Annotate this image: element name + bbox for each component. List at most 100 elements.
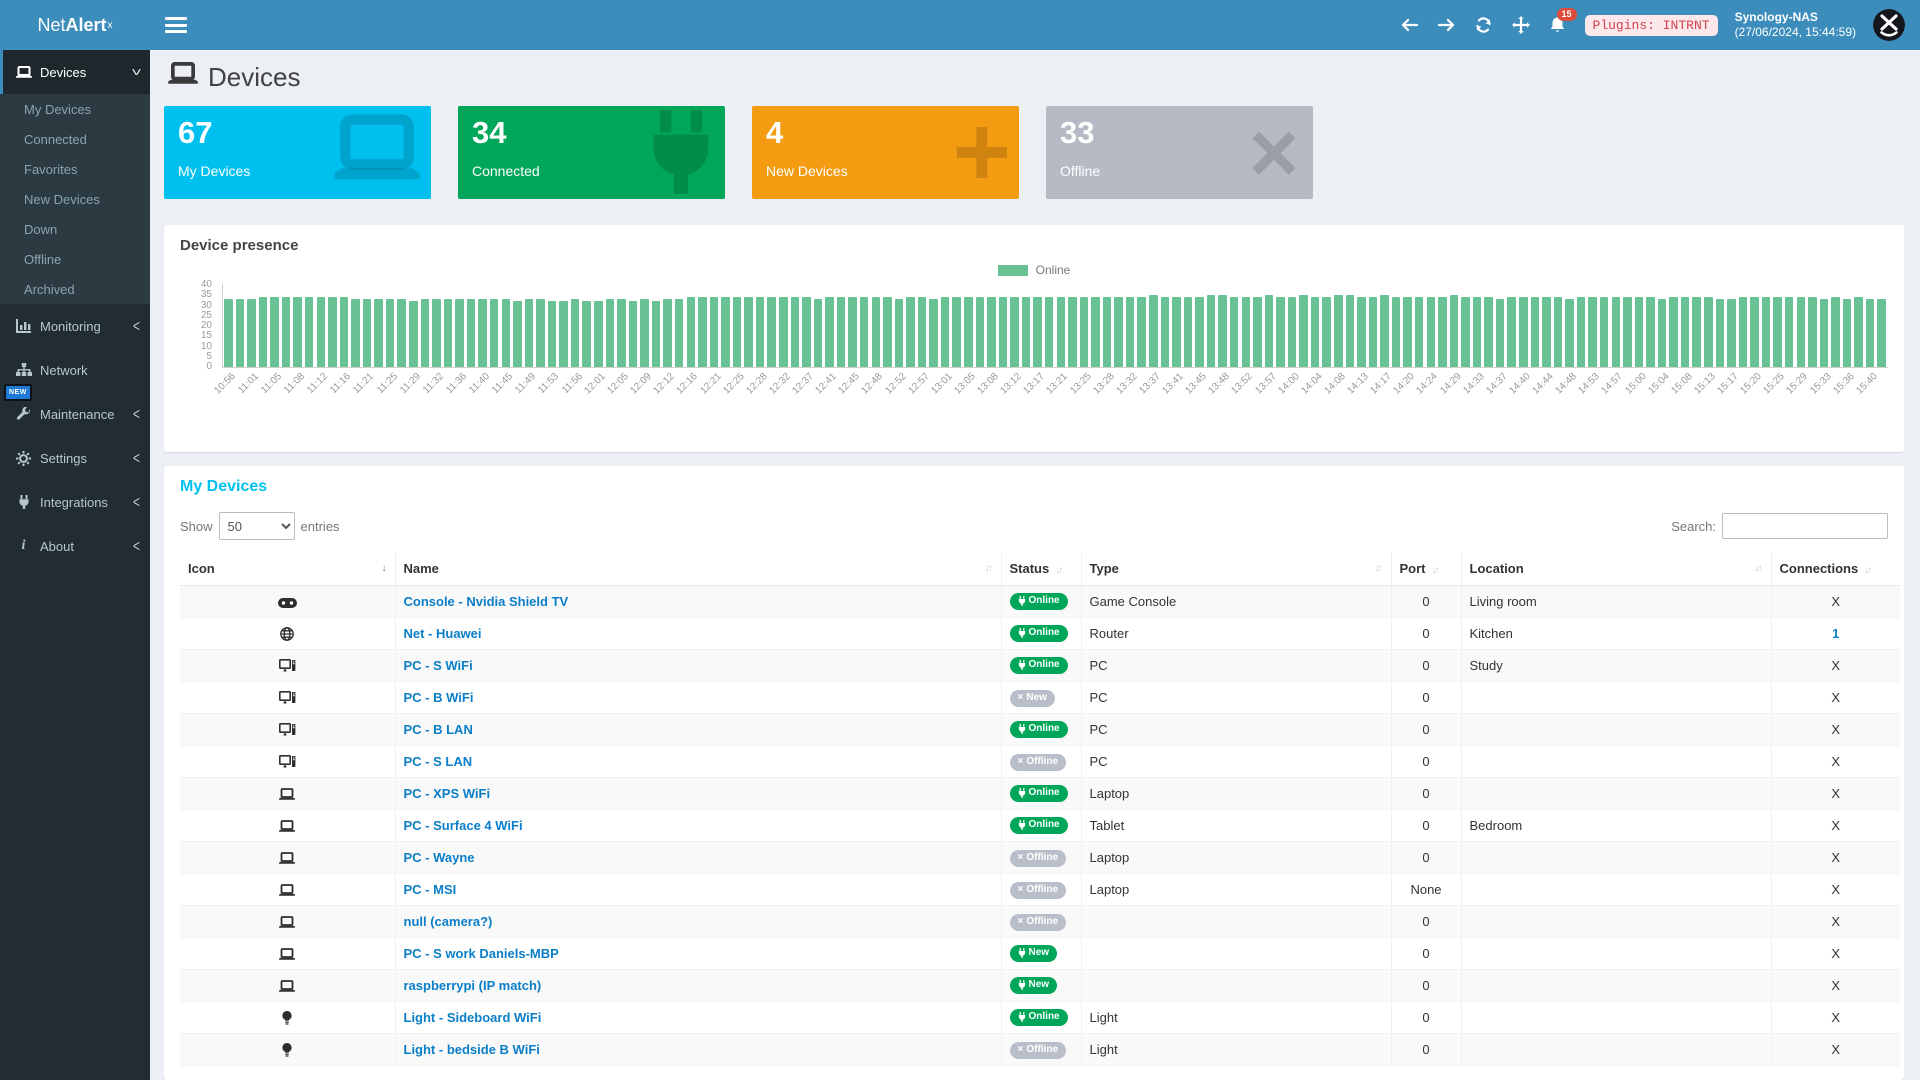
desktop-icon: [279, 722, 296, 737]
chart-bar: [1057, 297, 1066, 367]
connections-count-link[interactable]: 1: [1832, 626, 1839, 641]
x-tick-label: 14:44: [1530, 371, 1555, 396]
chart-bar: [571, 299, 580, 367]
device-name-link[interactable]: PC - MSI: [404, 882, 457, 897]
column-header-port[interactable]: Port↓↑: [1391, 552, 1461, 586]
device-name-link[interactable]: PC - B WiFi: [404, 690, 474, 705]
show-label: Show: [180, 519, 213, 534]
chart-legend[interactable]: Online: [180, 262, 1888, 278]
plug-icon: [15, 495, 32, 509]
sidebar-item-down[interactable]: Down: [0, 214, 150, 244]
chart-bar: [629, 301, 638, 367]
chart-bar: [1357, 297, 1366, 367]
chart-bar: [1369, 297, 1378, 367]
device-name-link[interactable]: null (camera?): [404, 914, 493, 929]
sidebar-item-connected[interactable]: Connected: [0, 124, 150, 154]
move-icon[interactable]: [1511, 15, 1531, 35]
chart-bar: [744, 297, 753, 367]
laptop-icon: [279, 818, 295, 833]
column-header-location[interactable]: Location↓↑: [1461, 552, 1771, 586]
user-avatar[interactable]: [1873, 9, 1905, 41]
device-location: [1461, 682, 1771, 714]
column-header-name[interactable]: Name↓↑: [395, 552, 1001, 586]
notifications-bell-icon[interactable]: 15: [1548, 15, 1568, 35]
chart-bar: [1010, 297, 1019, 367]
sidebar-item-about[interactable]: i About <: [0, 524, 150, 568]
x-tick-label: 14:20: [1392, 371, 1417, 396]
device-location: Living room: [1461, 586, 1771, 618]
chart-x-axis: 10:5611:0111:0511:0811:1211:1611:2111:25…: [222, 368, 1888, 420]
no-connections-x: X: [1831, 754, 1840, 769]
sidebar-item-favorites[interactable]: Favorites: [0, 154, 150, 184]
sidebar-item-offline[interactable]: Offline: [0, 244, 150, 274]
device-name-link[interactable]: raspberrypi (IP match): [404, 978, 542, 993]
x-tick-label: 15:33: [1808, 371, 1833, 396]
sidebar-item-integrations[interactable]: Integrations <: [0, 480, 150, 524]
device-name-link[interactable]: PC - S work Daniels-MBP: [404, 946, 559, 961]
chart-bar: [490, 299, 499, 367]
sidebar-item-settings[interactable]: Settings <: [0, 436, 150, 480]
no-connections-x: X: [1831, 946, 1840, 961]
device-name-link[interactable]: PC - S WiFi: [404, 658, 473, 673]
sidebar-item-monitoring[interactable]: Monitoring <: [0, 304, 150, 348]
laptop-icon: [279, 786, 295, 801]
table-row: PC - MSI×OfflineLaptopNoneX: [180, 874, 1900, 906]
chart-bar: [1299, 295, 1308, 367]
chart-bar: [224, 299, 233, 367]
nav-forward-icon[interactable]: [1437, 15, 1457, 35]
table-row: Light - Sideboard WiFiOnlineLight0X: [180, 1002, 1900, 1034]
device-name-link[interactable]: Net - Huawei: [404, 626, 482, 641]
column-header-connections[interactable]: Connections↓↑: [1771, 552, 1900, 586]
chart-bar: [1484, 297, 1493, 367]
x-tick-label: 14:04: [1299, 371, 1324, 396]
chart-bar: [1496, 299, 1505, 367]
sidebar-item-my-devices[interactable]: My Devices: [0, 94, 150, 124]
device-name-link[interactable]: PC - Surface 4 WiFi: [404, 818, 523, 833]
sidebar-item-archived[interactable]: Archived: [0, 274, 150, 304]
refresh-icon[interactable]: [1474, 15, 1494, 35]
chart-bar: [952, 297, 961, 367]
device-name-link[interactable]: Console - Nvidia Shield TV: [404, 594, 569, 609]
device-name-link[interactable]: PC - Wayne: [404, 850, 475, 865]
chart-bar: [964, 297, 973, 367]
chart-bar: [305, 297, 314, 367]
chart-bar: [594, 301, 603, 367]
status-badge: Online: [1010, 625, 1068, 642]
plugins-status-badge[interactable]: Plugins: INTRNT: [1585, 15, 1718, 36]
chart-bar: [1253, 297, 1262, 367]
nav-back-icon[interactable]: [1400, 15, 1420, 35]
device-name-link[interactable]: PC - S LAN: [404, 754, 473, 769]
table-row: Console - Nvidia Shield TVOnlineGame Con…: [180, 586, 1900, 618]
logo-text-net: Net: [37, 15, 65, 36]
column-header-type[interactable]: Type↓↑: [1081, 552, 1391, 586]
device-name-link[interactable]: Light - bedside B WiFi: [404, 1042, 540, 1057]
sidebar-item-new-devices[interactable]: New Devices: [0, 184, 150, 214]
search-input[interactable]: [1722, 513, 1888, 539]
chevron-left-icon: <: [133, 536, 140, 556]
chart-bar: [1149, 295, 1158, 367]
sidebar-item-devices[interactable]: Devices <: [0, 50, 150, 94]
y-tick-label: 35: [201, 289, 212, 300]
stat-box-new-devices[interactable]: 4 New Devices +: [752, 106, 1019, 199]
chart-bar: [895, 299, 904, 367]
chart-bar: [1750, 297, 1759, 367]
column-header-status[interactable]: Status↓↑: [1001, 552, 1081, 586]
stat-box-my-devices[interactable]: 67 My Devices: [164, 106, 431, 199]
x-tick-label: 13:48: [1207, 371, 1232, 396]
device-location: Study: [1461, 650, 1771, 682]
stat-box-connected[interactable]: 34 Connected: [458, 106, 725, 199]
sidebar-toggle-icon[interactable]: [165, 17, 187, 33]
x-tick-label: 15:29: [1785, 371, 1810, 396]
device-name-link[interactable]: PC - B LAN: [404, 722, 473, 737]
app-logo[interactable]: NetAlertx: [0, 0, 150, 50]
chart-bar: [513, 301, 522, 367]
device-name-link[interactable]: Light - Sideboard WiFi: [404, 1010, 542, 1025]
stat-box-offline[interactable]: 33 Offline ×: [1046, 106, 1313, 199]
chart-bar: [467, 299, 476, 367]
x-tick-label: 11:25: [375, 371, 400, 396]
plug-icon: [1018, 788, 1026, 798]
plug-icon: [645, 110, 717, 194]
device-name-link[interactable]: PC - XPS WiFi: [404, 786, 491, 801]
page-length-select[interactable]: 50: [219, 512, 295, 540]
column-header-icon[interactable]: Icon↓: [180, 552, 395, 586]
